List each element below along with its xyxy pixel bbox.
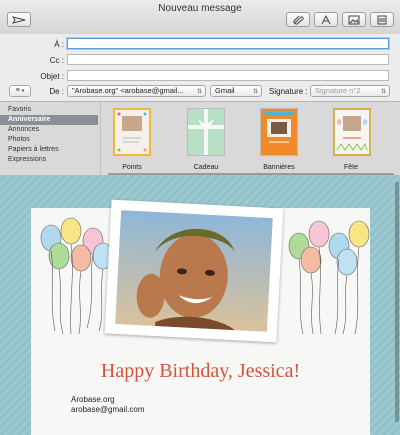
message-body[interactable] xyxy=(0,175,400,435)
cc-row: Cc : xyxy=(0,54,400,68)
birthday-greeting[interactable]: Happy Birthday, Jessica! xyxy=(31,360,370,383)
from-row: ≡ ▾ De : "Arobase.org" <arobase@gmail...… xyxy=(0,85,400,99)
to-field[interactable] xyxy=(67,38,389,49)
send-icon xyxy=(12,15,26,24)
template-points-label: Points xyxy=(122,164,142,171)
subject-field[interactable] xyxy=(67,70,389,81)
send-button[interactable] xyxy=(7,12,31,27)
updown-arrow-icon: ⇅ xyxy=(380,89,386,95)
cc-label: Cc : xyxy=(49,56,64,65)
photo-browser-button[interactable] xyxy=(342,12,366,27)
window-title: Nouveau message xyxy=(158,3,242,14)
message-header: À : Cc : Objet : ≡ ▾ De : "Arobase.org" … xyxy=(0,34,400,101)
signature-label: Signature : xyxy=(269,87,308,96)
signature-popup[interactable]: Signature n°2 ⇅ xyxy=(310,85,390,97)
photo-frame[interactable] xyxy=(104,199,284,343)
updown-arrow-icon: ⇅ xyxy=(252,89,258,95)
template-cadeau-label: Cadeau xyxy=(193,164,219,171)
message-scrollbar[interactable] xyxy=(394,182,400,432)
stationery-panel: Favoris Anniversaire Annonces Photos Pap… xyxy=(0,101,400,176)
to-label: À : xyxy=(54,40,64,49)
category-anniversaire[interactable]: Anniversaire xyxy=(0,115,98,125)
to-row: À : xyxy=(0,38,400,52)
category-annonces[interactable]: Annonces xyxy=(0,125,98,135)
category-photos[interactable]: Photos xyxy=(0,135,98,145)
template-bannieres-thumbnail[interactable] xyxy=(260,108,298,156)
cc-field[interactable] xyxy=(67,54,389,65)
template-fete-label: Fête xyxy=(343,164,358,171)
template-bannieres-label: Bannières xyxy=(263,164,295,171)
template-fete-thumbnail[interactable] xyxy=(333,108,371,156)
balloons-right-illustration xyxy=(288,220,370,335)
attach-button[interactable] xyxy=(286,12,310,27)
signature-value: Signature n°2 xyxy=(315,86,361,95)
subject-row: Objet : xyxy=(0,70,400,84)
header-fields-menu-button[interactable]: ≡ ▾ xyxy=(9,85,31,97)
account-popup[interactable]: Gmail ⇅ xyxy=(210,85,262,97)
signature-name[interactable]: Arobase.org xyxy=(71,395,115,404)
list-icon: ≡ xyxy=(15,87,20,94)
account-value: Gmail xyxy=(215,86,235,95)
from-popup[interactable]: "Arobase.org" <arobase@gmail... ⇅ xyxy=(67,85,206,97)
category-favoris[interactable]: Favoris xyxy=(0,105,98,115)
signature-email[interactable]: arobase@gmail.com xyxy=(71,405,144,414)
template-cadeau-thumbnail[interactable] xyxy=(187,108,225,156)
font-icon xyxy=(321,14,331,24)
title-bar: Nouveau message xyxy=(0,0,400,35)
stationery-categories: Favoris Anniversaire Annonces Photos Pap… xyxy=(0,105,98,165)
from-value: "Arobase.org" <arobase@gmail... xyxy=(72,86,184,95)
updown-arrow-icon: ⇅ xyxy=(196,89,202,95)
message-scroll-thumb[interactable] xyxy=(395,182,399,422)
stationery-templates: Points Cadeau Bannières Fête xyxy=(100,102,400,176)
category-papiers[interactable]: Papiers à lettres xyxy=(0,145,98,155)
portrait-photo xyxy=(115,210,273,332)
photo-browser-icon xyxy=(348,15,360,24)
paperclip-icon xyxy=(293,15,304,25)
category-expressions[interactable]: Expressions xyxy=(0,155,98,165)
stationery-button[interactable] xyxy=(370,12,394,27)
party-icon xyxy=(336,116,368,151)
subject-label: Objet : xyxy=(40,72,64,81)
template-points-thumbnail[interactable] xyxy=(113,108,151,156)
banner-icon xyxy=(263,112,295,143)
gift-icon xyxy=(188,109,224,155)
dots-pattern-icon xyxy=(117,112,147,152)
from-label: De : xyxy=(49,87,64,96)
format-button[interactable] xyxy=(314,12,338,27)
mail-window: Nouveau message À: Cc: Objet: ≡ ▾ De … xyxy=(0,0,400,435)
stationery-icon xyxy=(377,15,387,24)
